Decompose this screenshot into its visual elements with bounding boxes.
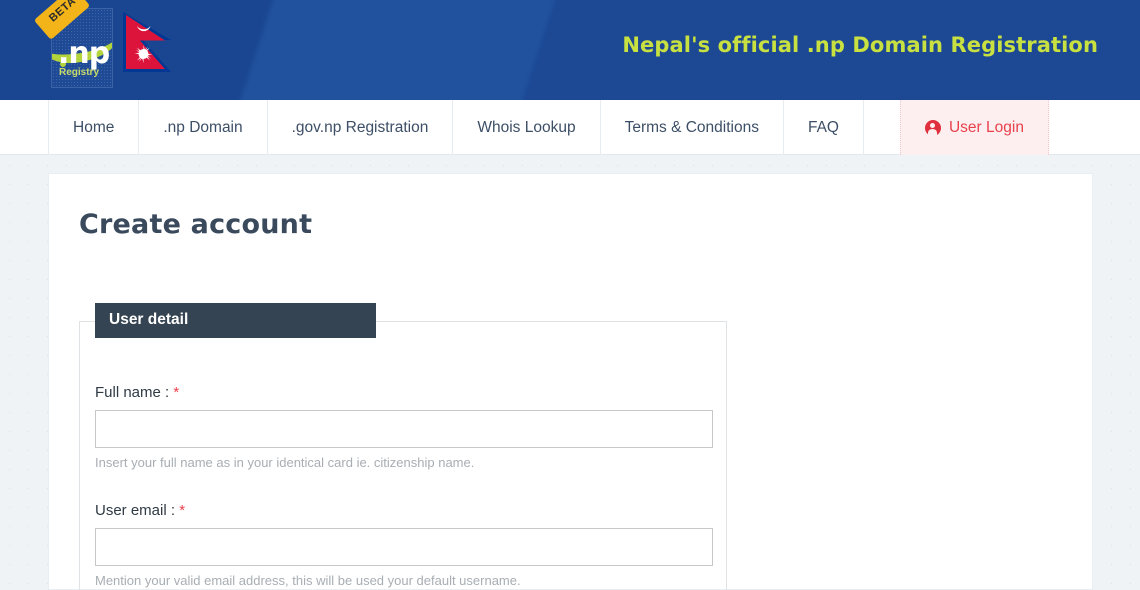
user-email-input[interactable] — [95, 528, 713, 566]
site-header-title: Nepal's official .np Domain Registration — [622, 33, 1098, 57]
user-email-required-marker: * — [179, 502, 186, 519]
create-account-card: Create account User detail Full name : *… — [48, 173, 1093, 590]
page-title: Create account — [79, 209, 313, 240]
user-login-button[interactable]: User Login — [899, 100, 1049, 155]
nepal-flag-icon — [121, 10, 177, 88]
nav-item-faq[interactable]: FAQ — [784, 100, 864, 155]
nav-item-np-domain[interactable]: .np Domain — [139, 100, 268, 155]
form-group-full-name: Full name : * Insert your full name as i… — [95, 384, 713, 470]
site-logo[interactable]: .np Registry BETA — [33, 0, 177, 96]
logo-registry-text: Registry — [59, 67, 100, 78]
nav-item-whois-lookup[interactable]: Whois Lookup — [453, 100, 601, 155]
form-group-user-email: User email : * Mention your valid email … — [95, 502, 713, 588]
full-name-label: Full name : * — [95, 384, 713, 401]
nav-item-home[interactable]: Home — [48, 100, 140, 155]
user-email-label-text: User email : — [95, 502, 176, 519]
full-name-input[interactable] — [95, 410, 713, 448]
nav-item-gov-np-registration[interactable]: .gov.np Registration — [268, 100, 454, 155]
user-detail-fieldset: User detail Full name : * Insert your fu… — [79, 303, 727, 590]
user-email-help-text: Mention your valid email address, this w… — [95, 573, 521, 588]
user-email-label: User email : * — [95, 502, 713, 519]
user-circle-icon — [924, 119, 941, 136]
nav-items-container: Home .np Domain .gov.np Registration Who… — [48, 100, 1049, 155]
logo-np-text: .np — [58, 36, 110, 71]
full-name-help-text: Insert your full name as in your identic… — [95, 455, 475, 470]
nav-item-terms-and-conditions[interactable]: Terms & Conditions — [601, 100, 784, 155]
site-header: .np Registry BETA Nepal's official .np D… — [0, 0, 1140, 100]
full-name-required-marker: * — [173, 384, 180, 401]
user-login-label: User Login — [948, 118, 1024, 136]
user-detail-legend: User detail — [95, 303, 376, 338]
main-navigation: Home .np Domain .gov.np Registration Who… — [0, 100, 1140, 155]
full-name-label-text: Full name : — [95, 384, 170, 401]
